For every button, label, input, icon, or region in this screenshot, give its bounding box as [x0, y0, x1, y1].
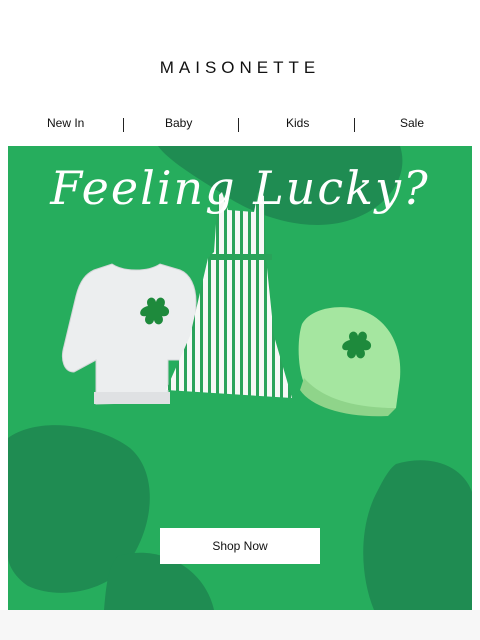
nav-item-sale[interactable]: Sale	[400, 116, 424, 130]
nav-divider	[354, 118, 355, 132]
nav-item-kids[interactable]: Kids	[286, 116, 309, 130]
leaf-shape-right	[363, 460, 472, 610]
headline-lettering: Feeling Lucky?	[49, 161, 429, 215]
main-nav: New In Baby Kids Sale	[0, 116, 480, 136]
nav-divider	[123, 118, 124, 132]
footer-strip	[0, 610, 480, 640]
baseball-cap-image	[298, 307, 401, 417]
shop-now-button[interactable]: Shop Now	[160, 528, 320, 564]
nav-divider	[238, 118, 239, 132]
headline-text: Feeling Lucky?	[49, 161, 429, 215]
hero-banner[interactable]: Feeling Lucky? Shop Now	[8, 146, 472, 610]
nav-item-baby[interactable]: Baby	[165, 116, 192, 130]
nav-item-new-in[interactable]: New In	[47, 116, 84, 130]
brand-logo[interactable]: MAISONETTE	[0, 58, 480, 78]
